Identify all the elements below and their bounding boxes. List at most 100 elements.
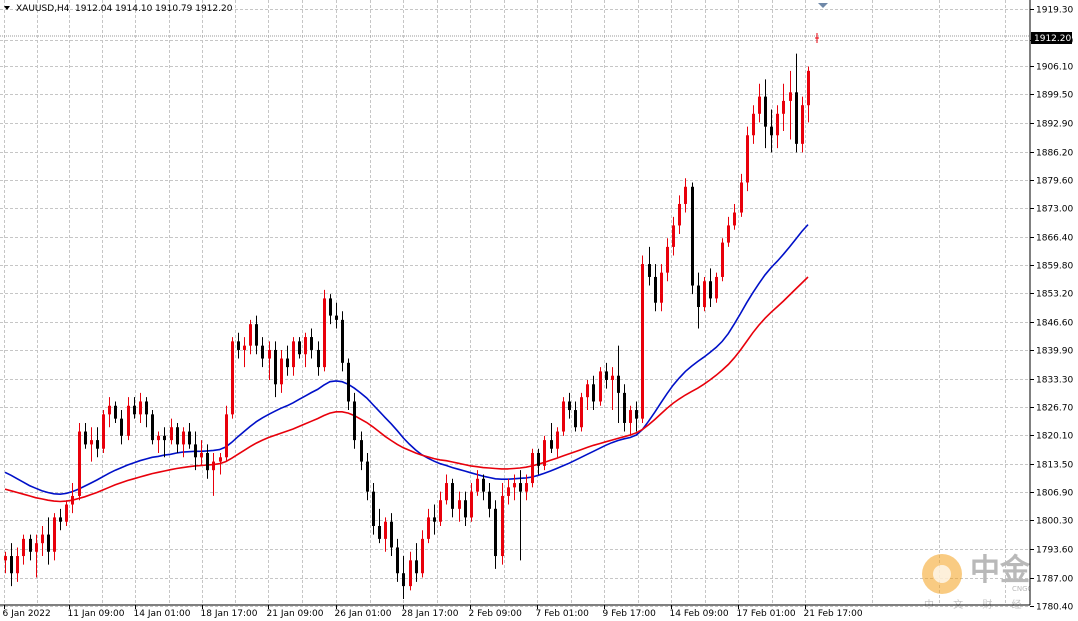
- candle-body: [476, 478, 479, 492]
- price-chart[interactable]: 中金网 CNGOLD.COM 中 文 财 经 新 媒 体 XAUUSD,H4 1…: [0, 0, 1078, 621]
- candle-body: [562, 401, 565, 432]
- price-tick-label: 1800.30: [1036, 517, 1073, 527]
- candle-body: [574, 410, 577, 428]
- candle-body: [65, 504, 68, 522]
- candle-body: [740, 182, 743, 213]
- candle-body: [451, 483, 454, 509]
- candle-body: [776, 113, 779, 136]
- candle-body: [770, 126, 773, 136]
- price-tick-label: 1820.10: [1036, 432, 1073, 442]
- candle-body: [433, 517, 436, 522]
- candle-body: [592, 384, 595, 402]
- candle: [715, 272, 718, 303]
- candle-body: [84, 431, 87, 445]
- price-tick-label: 1899.50: [1036, 91, 1073, 101]
- candle-body: [672, 225, 675, 247]
- candle-body: [525, 483, 528, 492]
- candle-body: [317, 349, 320, 368]
- candle-body: [586, 384, 589, 398]
- candle-body: [280, 358, 283, 385]
- candle-body: [200, 452, 203, 458]
- candle: [531, 448, 534, 488]
- candle-body: [29, 538, 32, 552]
- candle: [746, 126, 749, 192]
- candle-body: [715, 276, 718, 299]
- candle-body: [127, 405, 130, 436]
- candle-body: [513, 483, 516, 488]
- candle-body: [243, 345, 246, 350]
- candle-body: [341, 319, 344, 363]
- candle-body: [623, 392, 626, 423]
- candle-body: [654, 276, 657, 303]
- candle-body: [641, 264, 644, 419]
- candle-body: [47, 534, 50, 552]
- candle-body: [249, 324, 252, 346]
- candle-body: [139, 401, 142, 415]
- candle-body: [629, 410, 632, 423]
- price-tick-label: 1793.60: [1036, 546, 1073, 556]
- price-tick-label: 1886.20: [1036, 149, 1073, 159]
- candle-body: [660, 272, 663, 303]
- symbol-label: XAUUSD,H4: [16, 4, 70, 14]
- candle: [151, 410, 154, 445]
- candle-body: [102, 414, 105, 449]
- candle-body: [304, 337, 307, 355]
- candle-body: [703, 281, 706, 308]
- candle-body: [286, 358, 289, 368]
- price-tick-label: 1859.80: [1036, 262, 1073, 272]
- candle-body: [789, 92, 792, 101]
- candle: [323, 289, 326, 372]
- price-tick-label: 1873.00: [1036, 205, 1073, 215]
- candle-body: [758, 96, 761, 114]
- candle-body: [550, 440, 553, 449]
- candle-body: [378, 525, 381, 539]
- candle-body: [353, 401, 356, 441]
- candle: [341, 311, 344, 372]
- candle-body: [268, 349, 271, 359]
- price-tick-label: 1919.30: [1036, 6, 1073, 16]
- candle-body: [464, 500, 467, 518]
- price-tick-label: 1806.90: [1036, 489, 1073, 499]
- price-tick-label: 1892.90: [1036, 120, 1073, 130]
- candle: [231, 337, 234, 419]
- candle-body: [727, 225, 730, 243]
- candle-body: [807, 70, 810, 106]
- candle-body: [519, 483, 522, 492]
- candle-body: [605, 371, 608, 381]
- candle-body: [635, 410, 638, 419]
- candle-body: [176, 427, 179, 445]
- candle: [599, 367, 602, 406]
- candle-body: [360, 440, 363, 462]
- candle-body: [292, 341, 295, 368]
- time-tick-label: 21 Jan 09:00: [267, 609, 324, 619]
- candle: [721, 238, 724, 282]
- candle-body: [782, 100, 785, 114]
- candle-body: [402, 573, 405, 587]
- candle: [102, 410, 105, 453]
- candle: [543, 435, 546, 471]
- time-tick-label: 6 Jan 2022: [3, 609, 51, 619]
- candle-body: [372, 491, 375, 526]
- candle-body: [390, 521, 393, 548]
- candle-body: [494, 508, 497, 557]
- time-tick-label: 11 Jan 09:00: [68, 609, 125, 619]
- candle-body: [666, 246, 669, 273]
- candle-body: [488, 491, 491, 509]
- candle-body: [746, 135, 749, 183]
- candle-body: [795, 92, 798, 144]
- candle: [691, 182, 694, 295]
- candle-body: [366, 461, 369, 492]
- price-tick-label: 1866.40: [1036, 234, 1073, 244]
- candle-body: [114, 405, 117, 419]
- time-tick-label: 17 Feb 01:00: [737, 609, 796, 619]
- candle-body: [697, 285, 700, 308]
- candle-body: [445, 483, 448, 501]
- time-tick-label: 14 Jan 01:00: [134, 609, 191, 619]
- candle-body: [415, 560, 418, 574]
- price-tick-label: 1780.40: [1036, 603, 1073, 613]
- candle-body: [71, 495, 74, 505]
- price-tick-label: 1826.70: [1036, 404, 1073, 414]
- time-tick-label: 14 Feb 09:00: [670, 609, 729, 619]
- candle-body: [458, 500, 461, 509]
- candle-body: [22, 538, 25, 557]
